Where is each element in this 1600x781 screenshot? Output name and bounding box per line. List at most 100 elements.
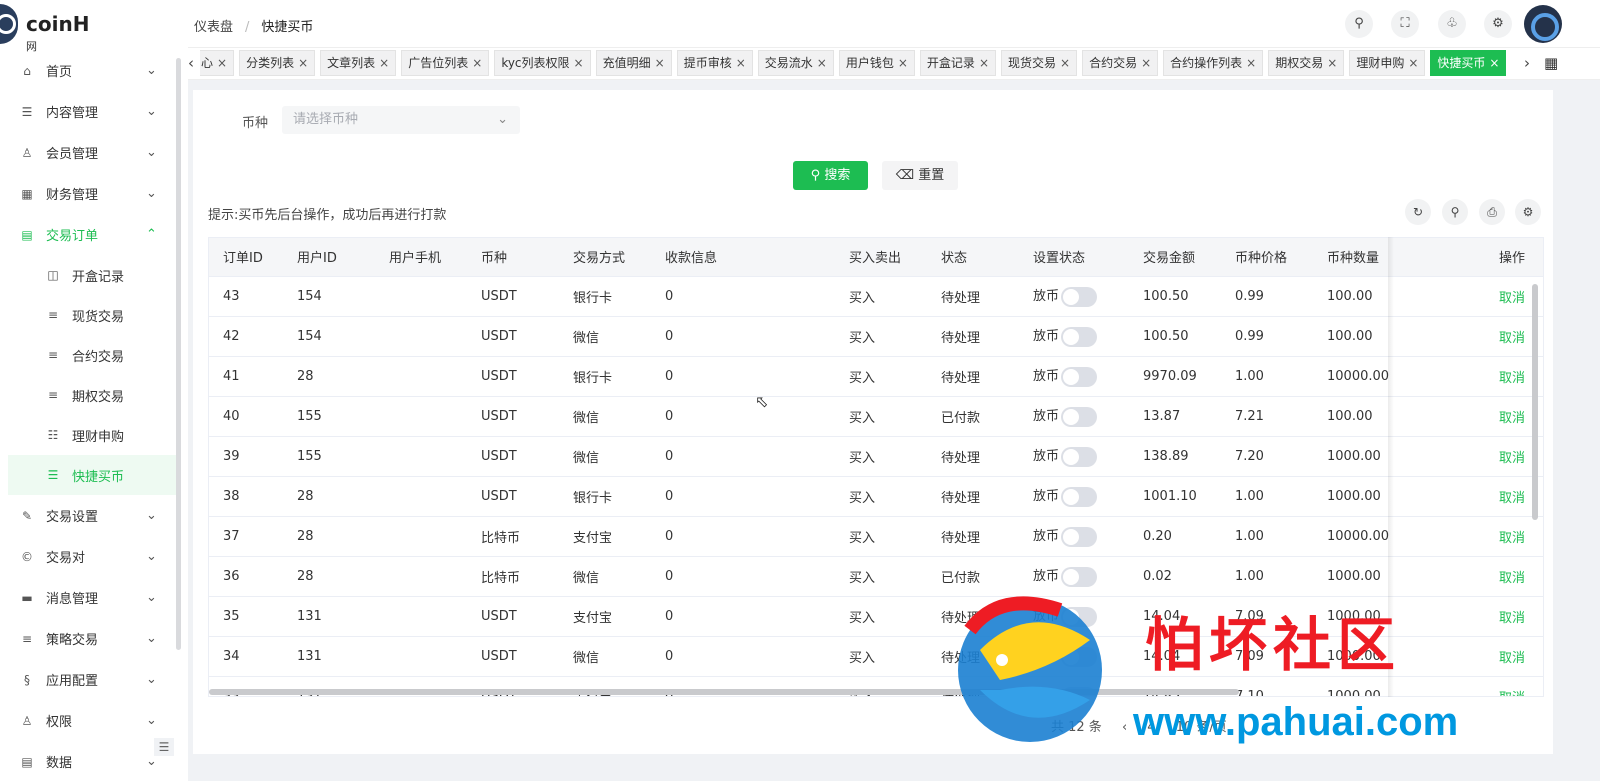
- cancel-link[interactable]: 取消: [1499, 331, 1525, 346]
- table-cell: USDT: [467, 355, 559, 396]
- table-cell: USDT: [467, 475, 559, 516]
- tip-text: 提示:买币先后台操作，成功后再进行打款: [208, 208, 447, 223]
- sidebar-item[interactable]: ▤ 交易订单 ⌃: [0, 214, 188, 255]
- tab[interactable]: 分类列表 ×: [239, 50, 316, 76]
- cancel-link[interactable]: 取消: [1499, 531, 1525, 546]
- table-cell: 100.50: [1129, 275, 1221, 316]
- close-icon[interactable]: ×: [979, 56, 989, 70]
- reset-button[interactable]: ⌫ 重置: [882, 161, 958, 190]
- tab[interactable]: 合约交易 ×: [1082, 50, 1159, 76]
- sidebar-subitem[interactable]: ☷ 理财申购: [8, 415, 180, 455]
- print-icon[interactable]: ⎙: [1479, 199, 1505, 225]
- tab[interactable]: 文章列表 ×: [320, 50, 397, 76]
- close-icon[interactable]: ×: [379, 56, 389, 70]
- trash-icon: ⌫: [895, 168, 915, 183]
- sidebar-item[interactable]: ☰ 内容管理 ⌄: [0, 91, 188, 132]
- tab[interactable]: 提币审核 ×: [676, 50, 753, 76]
- settings-icon[interactable]: ⚙: [1484, 10, 1512, 38]
- table-row: 40 155 USDT 微信 0 买入 已付款 放币 13.87 7.21 100.00 取消: [209, 395, 1543, 436]
- column-header: 订单ID: [209, 238, 283, 276]
- table-vertical-scrollbar[interactable]: [1532, 284, 1538, 520]
- release-coin-toggle[interactable]: [1061, 446, 1098, 467]
- cancel-link[interactable]: 取消: [1499, 571, 1525, 586]
- tags-scroll-left-icon[interactable]: ‹: [188, 54, 194, 72]
- tab[interactable]: 广告位列表 ×: [401, 50, 490, 76]
- close-icon[interactable]: ×: [817, 56, 827, 70]
- close-icon[interactable]: ×: [1060, 56, 1070, 70]
- sidebar-item[interactable]: ▬ 消息管理 ⌄: [0, 577, 188, 618]
- sidebar-item[interactable]: ♙ 权限 ⌄: [0, 700, 188, 741]
- close-icon[interactable]: ×: [574, 56, 584, 70]
- close-icon[interactable]: ×: [298, 56, 308, 70]
- cancel-link[interactable]: 取消: [1499, 491, 1525, 506]
- search-icon[interactable]: ⚲: [1345, 10, 1373, 38]
- tab[interactable]: kyc列表权限 ×: [494, 50, 591, 76]
- close-icon[interactable]: ×: [1141, 56, 1151, 70]
- tab[interactable]: 用户钱包 ×: [838, 50, 915, 76]
- close-icon[interactable]: ×: [1246, 56, 1256, 70]
- sidebar-item[interactable]: ✎ 交易设置 ⌄: [0, 495, 188, 536]
- close-icon[interactable]: ×: [1489, 56, 1499, 70]
- search-button[interactable]: ⚲ 搜索: [793, 161, 868, 190]
- column-settings-icon[interactable]: ⚙: [1515, 199, 1541, 225]
- sidebar-item[interactable]: © 交易对 ⌄: [0, 536, 188, 577]
- sidebar-subitem[interactable]: ◫ 开盒记录: [8, 255, 180, 295]
- bell-icon[interactable]: ♧: [1438, 10, 1466, 38]
- sidebar-item[interactable]: ⌂ 首页 ⌄: [0, 50, 188, 91]
- cancel-link[interactable]: 取消: [1499, 451, 1525, 466]
- refresh-icon[interactable]: ↻: [1405, 199, 1431, 225]
- sidebar-subitem[interactable]: ≡ 现货交易: [8, 295, 180, 335]
- tab[interactable]: 开盒记录 ×: [919, 50, 996, 76]
- search-toggle-icon[interactable]: ⚲: [1442, 199, 1468, 225]
- tags-scroll-right-icon[interactable]: ›: [1524, 54, 1530, 72]
- tab[interactable]: 现货交易 ×: [1001, 50, 1078, 76]
- sidebar-item[interactable]: ≡ 策略交易 ⌄: [0, 618, 188, 659]
- tab[interactable]: 交易流水 ×: [757, 50, 834, 76]
- sidebar-scrollbar[interactable]: [176, 58, 181, 650]
- close-icon[interactable]: ×: [1327, 56, 1337, 70]
- table-cell: 0: [651, 595, 835, 636]
- release-coin-toggle[interactable]: [1061, 406, 1098, 427]
- release-coin-toggle[interactable]: [1061, 486, 1098, 507]
- release-coin-toggle[interactable]: [1061, 286, 1098, 307]
- cancel-link[interactable]: 取消: [1499, 291, 1525, 306]
- cancel-link[interactable]: 取消: [1499, 371, 1525, 386]
- close-icon[interactable]: ×: [472, 56, 482, 70]
- menu-icon: ♙: [21, 713, 33, 728]
- breadcrumb: 仪表盘 / 快捷买币: [194, 16, 313, 35]
- tab[interactable]: 期权交易 ×: [1268, 50, 1345, 76]
- collapse-sidebar-icon[interactable]: ☰: [154, 738, 174, 756]
- sidebar-item[interactable]: § 应用配置 ⌄: [0, 659, 188, 700]
- close-icon[interactable]: ×: [1408, 56, 1418, 70]
- chevron-icon: ⌄: [146, 631, 157, 646]
- sidebar-subitem[interactable]: ≡ 合约交易: [8, 335, 180, 375]
- table-cell: 0.20: [1129, 515, 1221, 556]
- switch-label: 放币: [1033, 489, 1060, 505]
- sidebar-subitem[interactable]: ≡ 期权交易: [8, 375, 180, 415]
- tab[interactable]: 理财申购 ×: [1349, 50, 1426, 76]
- sidebar-subitem[interactable]: ☰ 快捷买币: [8, 455, 180, 495]
- sidebar-item[interactable]: ♙ 会员管理 ⌄: [0, 132, 188, 173]
- release-coin-toggle[interactable]: [1061, 566, 1098, 587]
- close-icon[interactable]: ×: [217, 56, 227, 70]
- tab-label: 期权交易: [1275, 56, 1324, 70]
- tab[interactable]: 合约操作列表 ×: [1163, 50, 1264, 76]
- menu-icon: §: [24, 672, 30, 687]
- release-coin-toggle[interactable]: [1061, 366, 1098, 387]
- sidebar-item[interactable]: ▦ 财务管理 ⌄: [0, 173, 188, 214]
- close-icon[interactable]: ×: [736, 56, 746, 70]
- cancel-link[interactable]: 取消: [1499, 411, 1525, 426]
- release-coin-toggle[interactable]: [1061, 326, 1098, 347]
- avatar[interactable]: [1524, 5, 1562, 43]
- close-icon[interactable]: ×: [655, 56, 665, 70]
- grid-menu-icon[interactable]: ▦: [1544, 54, 1558, 72]
- breadcrumb-home[interactable]: 仪表盘: [194, 20, 233, 35]
- coin-select[interactable]: 请选择币种 ⌄: [282, 106, 520, 134]
- close-icon[interactable]: ×: [898, 56, 908, 70]
- tab[interactable]: 快捷买币 ×: [1430, 50, 1507, 76]
- release-coin-toggle[interactable]: [1061, 526, 1098, 547]
- tab[interactable]: 中心×: [200, 50, 235, 76]
- fullscreen-icon[interactable]: ⛶: [1391, 10, 1419, 38]
- menu-icon: ☰: [21, 104, 33, 119]
- tab[interactable]: 充值明细 ×: [595, 50, 672, 76]
